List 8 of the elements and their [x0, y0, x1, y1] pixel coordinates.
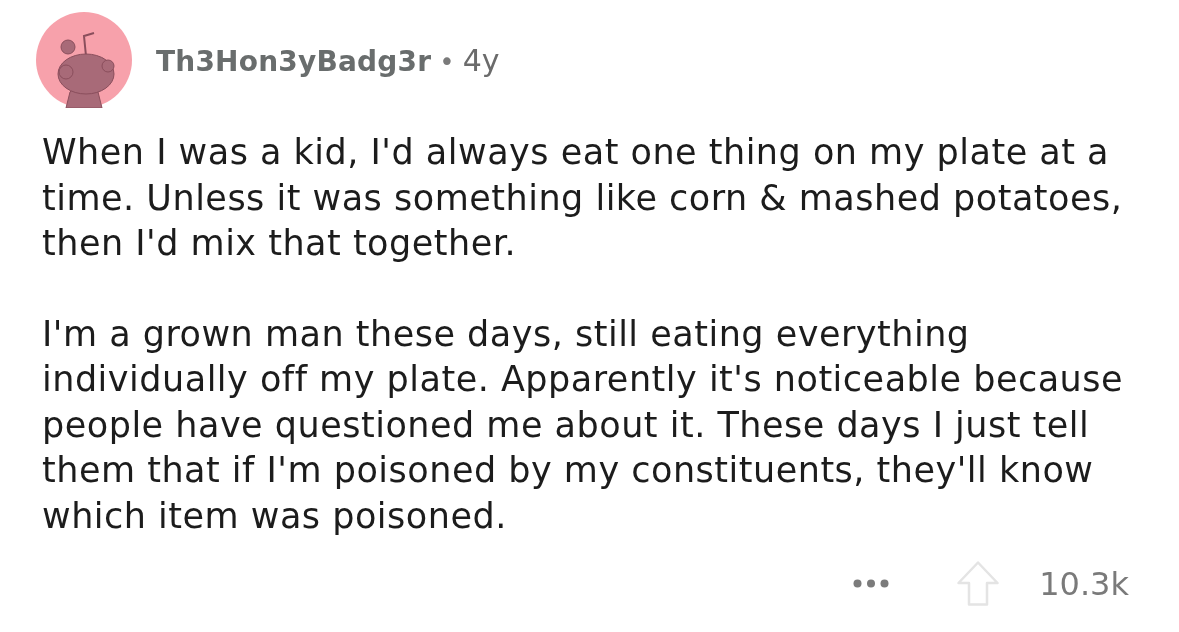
comment-age: 4y — [462, 42, 500, 78]
separator-dot: • — [439, 46, 455, 77]
comment-paragraph: When I was a kid, I'd always eat one thing on my plate at a time. Unless it was something like corn & mashed potatoes, then I'd mix that together. — [42, 131, 1124, 265]
avatar-icon — [36, 12, 132, 108]
comment-paragraph: I'm a grown man these days, still eating everything individually off my plate. Apparently it's noticeable because people have questioned me about it. These days I just tell them that if I'm poisoned by my constituents, they'll know which item was poisoned. — [42, 312, 1125, 538]
more-options-icon[interactable] — [853, 579, 890, 588]
username[interactable]: Th3Hon3yBadg3r — [156, 44, 432, 78]
vote-score: 10.3k — [1039, 564, 1129, 603]
